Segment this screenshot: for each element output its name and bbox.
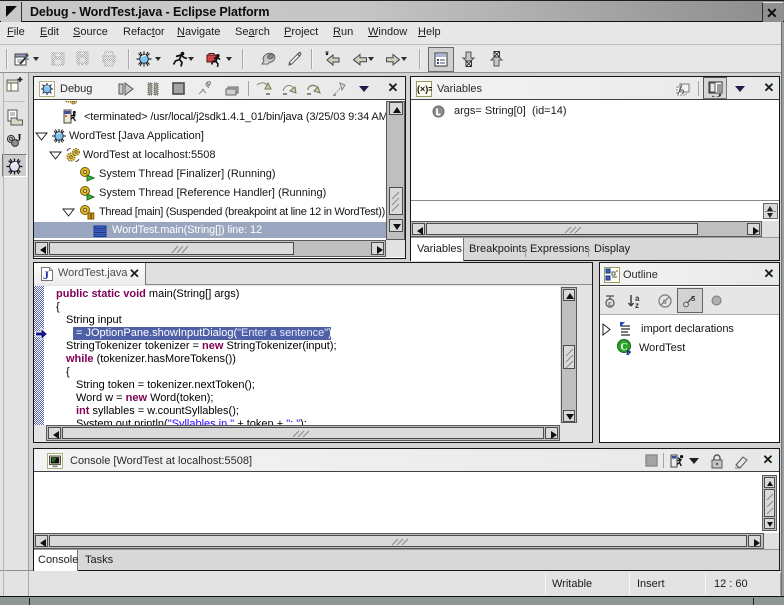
svg-text:c: c (608, 301, 612, 308)
svg-text:(×)=: (×)= (417, 84, 432, 94)
svg-text:J: J (16, 132, 22, 144)
svg-text:s: s (691, 293, 696, 303)
svg-text:C: C (621, 342, 628, 353)
svg-text:J: J (43, 268, 49, 282)
svg-text:z: z (635, 301, 639, 309)
svg-text:s: s (663, 297, 668, 306)
